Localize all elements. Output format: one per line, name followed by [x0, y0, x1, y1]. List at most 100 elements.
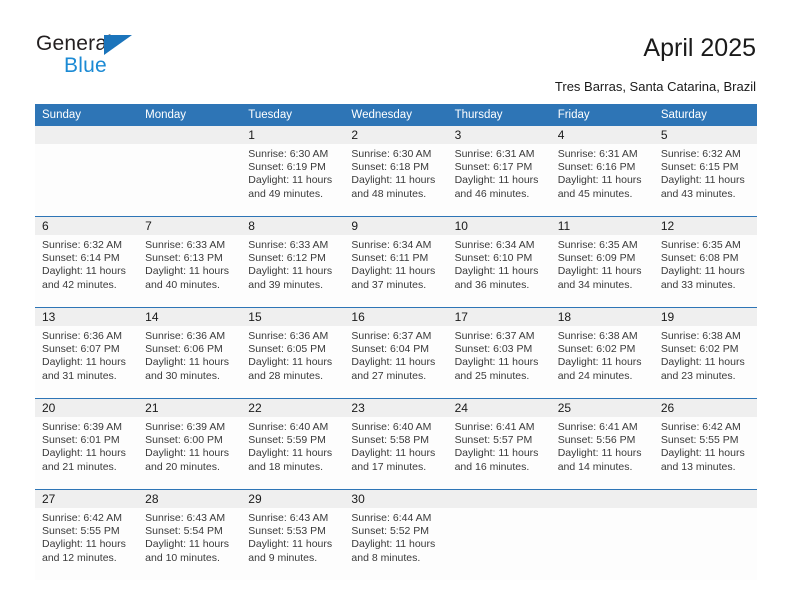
week-body: Sunrise: 6:32 AM Sunset: 6:14 PM Dayligh…: [35, 235, 757, 307]
day-number[interactable]: 20: [35, 399, 138, 417]
week-body: Sunrise: 6:42 AM Sunset: 5:55 PM Dayligh…: [35, 508, 757, 580]
day-cell: [138, 144, 241, 216]
sunset-text: Sunset: 5:55 PM: [660, 434, 739, 447]
day-number[interactable]: 17: [448, 308, 551, 326]
week-date-strip: 27 28 29 30: [35, 490, 757, 508]
day-cell: Sunrise: 6:37 AM Sunset: 6:03 PM Dayligh…: [448, 326, 551, 398]
sunset-text: Sunset: 6:00 PM: [145, 434, 223, 447]
sunrise-text: Sunrise: 6:34 AM: [454, 239, 535, 251]
day-cell: Sunrise: 6:33 AM Sunset: 6:12 PM Dayligh…: [241, 235, 344, 307]
sunset-text: Sunset: 6:17 PM: [454, 161, 533, 174]
day-number[interactable]: 9: [344, 217, 447, 235]
sunrise-text: Sunrise: 6:38 AM: [557, 330, 638, 342]
day-number[interactable]: 10: [448, 217, 551, 235]
daylight-text-line2: and 20 minutes.: [145, 460, 220, 473]
day-number[interactable]: 11: [551, 217, 654, 235]
day-number[interactable]: 15: [241, 308, 344, 326]
general-blue-logo[interactable]: General Blue: [36, 32, 266, 82]
day-number[interactable]: 13: [35, 308, 138, 326]
calendar-week-row: 20 21 22 23 24 25 26 Sunrise: 6:39 AM Su…: [35, 398, 757, 489]
daylight-text-line1: Daylight: 11 hours: [248, 265, 333, 278]
daylight-text-line1: Daylight: 11 hours: [660, 174, 745, 187]
daylight-text-line1: Daylight: 11 hours: [660, 265, 745, 278]
week-body: Sunrise: 6:39 AM Sunset: 6:01 PM Dayligh…: [35, 417, 757, 489]
day-number[interactable]: 27: [35, 490, 138, 508]
sunrise-text: Sunrise: 6:35 AM: [660, 239, 741, 251]
day-number[interactable]: 22: [241, 399, 344, 417]
daylight-text-line2: and 27 minutes.: [351, 369, 427, 382]
daylight-text-line2: and 9 minutes.: [248, 551, 318, 564]
day-number[interactable]: 21: [138, 399, 241, 417]
daylight-text-line1: Daylight: 11 hours: [145, 538, 229, 551]
day-number[interactable]: 30: [344, 490, 447, 508]
day-number[interactable]: [448, 490, 551, 508]
day-number[interactable]: 1: [241, 126, 344, 144]
day-cell: Sunrise: 6:30 AM Sunset: 6:18 PM Dayligh…: [344, 144, 447, 216]
day-number[interactable]: 26: [654, 399, 757, 417]
daylight-text-line1: Daylight: 11 hours: [557, 447, 642, 460]
daylight-text-line1: Daylight: 11 hours: [248, 447, 333, 460]
day-number[interactable]: 7: [138, 217, 241, 235]
day-number[interactable]: [551, 490, 654, 508]
day-number[interactable]: 12: [654, 217, 757, 235]
day-cell: Sunrise: 6:40 AM Sunset: 5:58 PM Dayligh…: [344, 417, 447, 489]
day-number[interactable]: 23: [344, 399, 447, 417]
weekday-thursday: Thursday: [454, 109, 503, 121]
day-number[interactable]: 24: [448, 399, 551, 417]
day-number[interactable]: 19: [654, 308, 757, 326]
day-number[interactable]: [35, 126, 138, 144]
weekday-saturday: Saturday: [660, 109, 707, 121]
day-number[interactable]: 25: [551, 399, 654, 417]
day-number[interactable]: 4: [551, 126, 654, 144]
sunrise-text: Sunrise: 6:36 AM: [42, 330, 122, 342]
day-number[interactable]: 14: [138, 308, 241, 326]
day-cell: Sunrise: 6:36 AM Sunset: 6:05 PM Dayligh…: [241, 326, 344, 398]
daylight-text-line2: and 25 minutes.: [454, 369, 530, 382]
day-number[interactable]: 18: [551, 308, 654, 326]
sunset-text: Sunset: 6:05 PM: [248, 343, 326, 356]
day-number[interactable]: 16: [344, 308, 447, 326]
day-number[interactable]: [138, 126, 241, 144]
sunset-text: Sunset: 6:16 PM: [557, 161, 636, 174]
sunset-text: Sunset: 6:10 PM: [454, 252, 533, 265]
sunset-text: Sunset: 6:19 PM: [248, 161, 326, 174]
weekday-tuesday: Tuesday: [248, 109, 292, 121]
daylight-text-line2: and 8 minutes.: [351, 551, 421, 564]
daylight-text-line2: and 13 minutes.: [660, 460, 736, 473]
sunrise-text: Sunrise: 6:30 AM: [248, 148, 329, 160]
sunrise-text: Sunrise: 6:43 AM: [145, 512, 226, 524]
day-cell: Sunrise: 6:36 AM Sunset: 6:07 PM Dayligh…: [35, 326, 138, 398]
daylight-text-line2: and 31 minutes.: [42, 369, 117, 382]
sunset-text: Sunset: 6:01 PM: [42, 434, 120, 447]
calendar-week-row: 27 28 29 30 Sunrise: 6:42 AM Sunset: 5:5…: [35, 489, 757, 580]
day-number[interactable]: 2: [344, 126, 447, 144]
sunset-text: Sunset: 5:59 PM: [248, 434, 326, 447]
daylight-text-line2: and 46 minutes.: [454, 187, 530, 200]
week-date-strip: 20 21 22 23 24 25 26: [35, 399, 757, 417]
day-number[interactable]: 29: [241, 490, 344, 508]
daylight-text-line2: and 30 minutes.: [145, 369, 220, 382]
day-cell: Sunrise: 6:35 AM Sunset: 6:09 PM Dayligh…: [551, 235, 654, 307]
weekday-friday: Friday: [557, 109, 590, 121]
sunrise-text: Sunrise: 6:43 AM: [248, 512, 329, 524]
daylight-text-line1: Daylight: 11 hours: [454, 174, 539, 187]
daylight-text-line1: Daylight: 11 hours: [454, 447, 539, 460]
day-cell: Sunrise: 6:35 AM Sunset: 6:08 PM Dayligh…: [654, 235, 757, 307]
logo-text-general: General: [36, 32, 113, 55]
day-number[interactable]: 6: [35, 217, 138, 235]
week-body: Sunrise: 6:30 AM Sunset: 6:19 PM Dayligh…: [35, 144, 757, 216]
day-number[interactable]: [654, 490, 757, 508]
day-cell: Sunrise: 6:40 AM Sunset: 5:59 PM Dayligh…: [241, 417, 344, 489]
logo-text-blue: Blue: [64, 54, 107, 77]
sunset-text: Sunset: 6:11 PM: [351, 252, 429, 265]
day-number[interactable]: 8: [241, 217, 344, 235]
day-cell: Sunrise: 6:43 AM Sunset: 5:54 PM Dayligh…: [138, 508, 241, 580]
day-number[interactable]: 3: [448, 126, 551, 144]
day-number[interactable]: 5: [654, 126, 757, 144]
day-cell: Sunrise: 6:30 AM Sunset: 6:19 PM Dayligh…: [241, 144, 344, 216]
sunset-text: Sunset: 5:57 PM: [454, 434, 533, 447]
sunrise-text: Sunrise: 6:40 AM: [248, 421, 329, 433]
day-number[interactable]: 28: [138, 490, 241, 508]
day-cell: Sunrise: 6:31 AM Sunset: 6:17 PM Dayligh…: [448, 144, 551, 216]
sunrise-text: Sunrise: 6:40 AM: [351, 421, 432, 433]
